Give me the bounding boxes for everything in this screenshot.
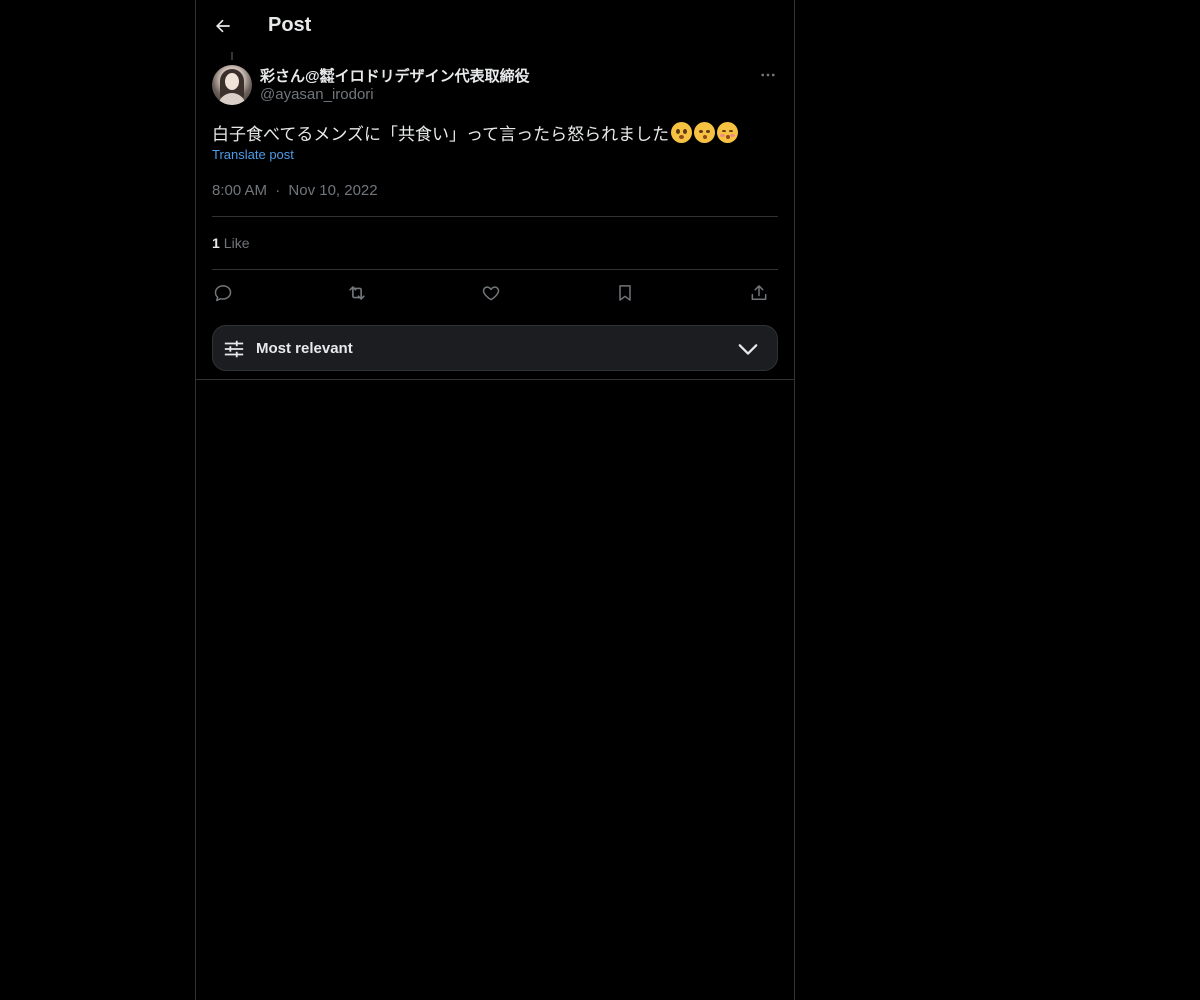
share-button[interactable] bbox=[746, 280, 772, 306]
post-date: Nov 10, 2022 bbox=[288, 182, 378, 199]
divider bbox=[196, 379, 794, 380]
sliders-icon bbox=[224, 340, 244, 358]
repost-button[interactable] bbox=[344, 280, 370, 306]
share-icon bbox=[751, 285, 767, 300]
more-dots-icon bbox=[761, 73, 775, 77]
face-blowing-kiss-emoji bbox=[717, 122, 739, 143]
repost-icon bbox=[349, 286, 365, 300]
back-button[interactable] bbox=[206, 9, 240, 43]
kissing-face-emoji bbox=[694, 122, 716, 143]
pleading-face-emoji bbox=[671, 122, 693, 143]
author-display-name[interactable]: 彩さん@㍿イロドリデザイン代表取締役 bbox=[260, 65, 530, 86]
likes-count-link[interactable]: 1 Like bbox=[212, 235, 249, 251]
bookmark-button[interactable] bbox=[612, 280, 638, 306]
reply-icon bbox=[214, 285, 232, 302]
more-options-button[interactable] bbox=[756, 63, 780, 87]
reply-button[interactable] bbox=[210, 280, 236, 306]
like-button[interactable] bbox=[478, 280, 504, 306]
like-icon bbox=[482, 286, 500, 301]
reply-sort-dropdown[interactable]: Most relevant bbox=[212, 325, 778, 371]
author-handle[interactable]: @ayasan_irodori bbox=[260, 86, 374, 103]
avatar[interactable] bbox=[212, 65, 252, 105]
thread-connector-line bbox=[231, 52, 233, 60]
main-column: Post 彩さん@㍿イロドリデザイン代表取締役 @ayasan_irodori … bbox=[195, 0, 795, 1000]
post-text: 白子食べてるメンズに「共食い」って言ったら怒られました bbox=[212, 120, 739, 145]
bookmark-icon bbox=[619, 285, 631, 301]
post-action-bar bbox=[212, 280, 778, 306]
likes-label: Like bbox=[223, 235, 250, 251]
likes-count: 1 bbox=[212, 235, 220, 251]
divider bbox=[212, 269, 778, 270]
sort-label: Most relevant bbox=[256, 340, 353, 357]
post-timestamp[interactable]: 8:00 AM · Nov 10, 2022 bbox=[212, 182, 378, 199]
chevron-down-icon bbox=[738, 344, 758, 355]
post-time: 8:00 AM bbox=[212, 182, 268, 199]
post-text-content: 白子食べてるメンズに「共食い」って言ったら怒られました bbox=[212, 125, 670, 144]
page-header: Post bbox=[196, 0, 794, 54]
divider bbox=[212, 216, 778, 217]
timestamp-separator: · bbox=[275, 182, 281, 199]
arrow-left-icon bbox=[216, 19, 230, 33]
page-title: Post bbox=[268, 14, 312, 36]
translate-post-link[interactable]: Translate post bbox=[212, 147, 294, 162]
